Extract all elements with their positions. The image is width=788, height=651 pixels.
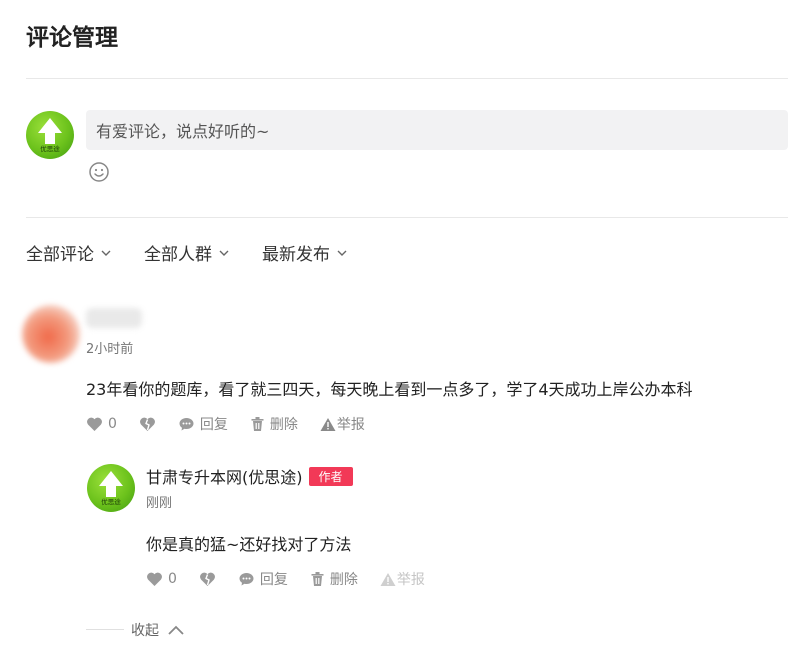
author-badge: 作者 — [308, 467, 353, 486]
warning-icon — [320, 417, 336, 431]
report-button[interactable]: 举报 — [320, 414, 365, 434]
heart-icon — [87, 417, 102, 431]
filter-label: 全部评论 — [26, 245, 94, 265]
filter-label: 全部人群 — [144, 245, 212, 265]
chevron-down-icon — [219, 250, 229, 256]
report-label: 举报 — [336, 417, 365, 433]
comment-content: 23年看你的题库，看了就三四天，每天晚上看到一点多了，学了4天成功上岸公办本科 — [86, 380, 693, 399]
filter-latest[interactable]: 最新发布 — [262, 240, 348, 265]
filter-all-comments[interactable]: 全部评论 — [26, 240, 112, 265]
reply-label: 回复 — [199, 417, 228, 433]
delete-button[interactable]: 删除 — [310, 569, 358, 589]
delete-label: 删除 — [329, 572, 358, 588]
reply-actions: 0 回复 删除 举报 — [146, 569, 447, 589]
user-avatar: 优思途 — [26, 111, 74, 159]
reply-content: 你是真的猛~还好找对了方法 — [146, 535, 352, 554]
broken-heart-icon — [199, 572, 215, 586]
chevron-up-icon — [168, 625, 184, 635]
like-count: 0 — [168, 571, 177, 587]
emoji-icon[interactable] — [88, 161, 110, 183]
trash-icon — [311, 572, 324, 586]
like-button[interactable]: 0 — [146, 571, 177, 587]
report-button[interactable]: 举报 — [380, 569, 425, 589]
chevron-down-icon — [337, 250, 347, 256]
collapse-label: 收起 — [131, 623, 159, 639]
delete-label: 删除 — [269, 417, 298, 433]
delete-button[interactable]: 删除 — [250, 414, 298, 434]
collapse-button[interactable]: 收起 — [131, 620, 185, 640]
comment-input[interactable]: 有爱评论，说点好听的~ — [86, 110, 788, 150]
comment-actions: 0 回复 删除 举报 — [86, 414, 387, 434]
warning-icon — [380, 572, 396, 586]
page-title: 评论管理 — [26, 25, 118, 51]
like-button[interactable]: 0 — [86, 416, 117, 432]
author-name[interactable]: 甘肃专升本网(优思途) — [146, 468, 303, 487]
comment-input-placeholder: 有爱评论，说点好听的~ — [96, 122, 270, 141]
chevron-down-icon — [101, 250, 111, 256]
heart-icon — [147, 572, 162, 586]
svg-text:优思途: 优思途 — [101, 497, 121, 506]
dislike-button[interactable] — [199, 571, 216, 587]
svg-text:优思途: 优思途 — [40, 144, 60, 153]
header-divider — [26, 78, 788, 79]
filter-all-audience[interactable]: 全部人群 — [144, 240, 230, 265]
chat-bubble-icon — [239, 573, 254, 586]
reply-button[interactable]: 回复 — [178, 414, 228, 434]
composer-divider — [26, 217, 788, 218]
filter-bar: 全部评论 全部人群 最新发布 — [26, 240, 348, 265]
report-label: 举报 — [396, 572, 425, 588]
filter-label: 最新发布 — [262, 245, 330, 265]
chat-bubble-icon — [179, 418, 194, 431]
reply-header: 甘肃专升本网(优思途) 作者 — [146, 464, 353, 488]
reply-button[interactable]: 回复 — [238, 569, 288, 589]
commenter-name-blurred[interactable] — [86, 308, 142, 328]
commenter-avatar[interactable] — [22, 305, 80, 363]
broken-heart-icon — [139, 417, 155, 431]
like-count: 0 — [108, 416, 117, 432]
trash-icon — [251, 417, 264, 431]
collapse-divider — [86, 629, 124, 630]
reply-time: 刚刚 — [146, 496, 173, 511]
dislike-button[interactable] — [139, 416, 156, 432]
author-avatar[interactable]: 优思途 — [87, 464, 135, 512]
reply-label: 回复 — [259, 572, 288, 588]
comment-time: 2小时前 — [86, 342, 134, 357]
